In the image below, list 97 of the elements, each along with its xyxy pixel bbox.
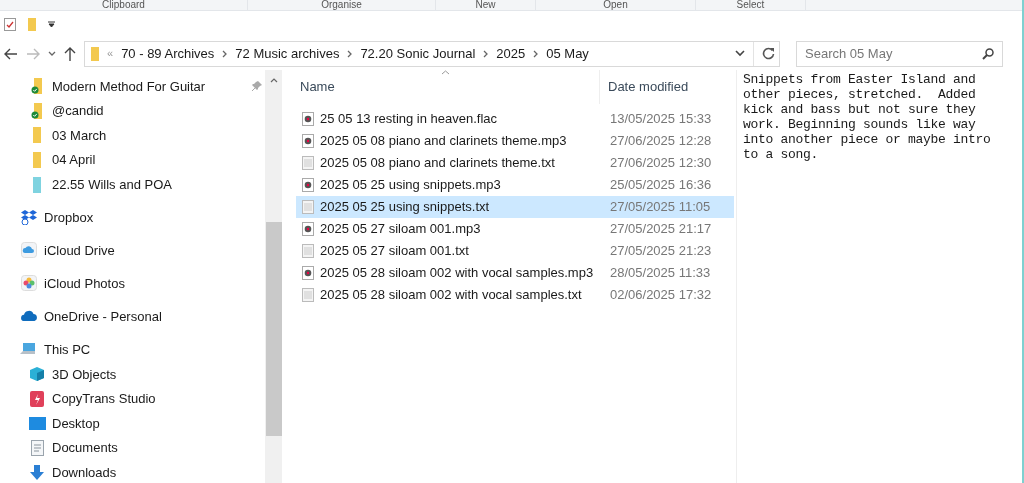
date-modified: 27/05/2025 21:23 bbox=[609, 242, 712, 261]
date-modified: 27/05/2025 11:05 bbox=[609, 198, 711, 217]
file-row[interactable]: 2025 05 25 using snippets.mp3 25/05/2025 16:36 bbox=[296, 174, 734, 196]
file-row[interactable]: 2025 05 25 using snippets.txt 27/05/2025 11:05 bbox=[296, 196, 734, 218]
breadcrumb[interactable]: 05 May bbox=[546, 43, 589, 64]
customize-dropdown-icon[interactable] bbox=[48, 20, 55, 28]
file-row[interactable]: 2025 05 28 siloam 002 with vocal samples.txt 02/06/2025 17:32 bbox=[296, 284, 734, 306]
ribbon-group-label: Organise bbox=[321, 0, 362, 10]
date-modified: 27/06/2025 12:28 bbox=[609, 132, 712, 151]
breadcrumb-chevron-icon[interactable] bbox=[222, 49, 228, 58]
recent-chevron-icon[interactable] bbox=[48, 50, 56, 57]
cube-icon bbox=[29, 366, 45, 383]
breadcrumb[interactable]: 2025 bbox=[496, 43, 526, 64]
file-name[interactable]: 2025 05 28 siloam 002 with vocal samples.mp3 bbox=[320, 263, 594, 283]
nav-item[interactable]: Desktop bbox=[52, 413, 100, 434]
folder-icon bbox=[32, 176, 42, 193]
date-modified: 27/06/2025 12:30 bbox=[609, 154, 712, 173]
file-row[interactable]: 2025 05 08 piano and clarinets theme.mp3 27/06/2025 12:28 bbox=[296, 130, 734, 152]
photos-icon bbox=[21, 275, 37, 292]
file-row[interactable]: 2025 05 27 siloam 001.mp3 27/05/2025 21:17 bbox=[296, 218, 734, 240]
breadcrumb-chevron-icon[interactable] bbox=[483, 49, 489, 58]
nav-item[interactable]: Dropbox bbox=[44, 207, 94, 228]
audio-file-icon bbox=[302, 222, 314, 236]
breadcrumb-chevron-icon[interactable] bbox=[533, 49, 539, 58]
audio-file-icon bbox=[302, 112, 314, 126]
nav-item[interactable]: @candid bbox=[52, 101, 104, 121]
ribbon-group-label: Open bbox=[603, 0, 628, 10]
date-modified: 13/05/2025 15:33 bbox=[609, 110, 712, 129]
nav-item[interactable]: CopyTrans Studio bbox=[52, 389, 156, 409]
dropdown-chevron-icon[interactable] bbox=[735, 50, 745, 57]
refresh-icon[interactable] bbox=[762, 47, 775, 60]
back-arrow-icon[interactable] bbox=[4, 47, 18, 60]
download-icon bbox=[30, 464, 44, 481]
text-file-icon bbox=[302, 200, 314, 214]
file-name[interactable]: 2025 05 25 using snippets.mp3 bbox=[320, 175, 501, 195]
nav-item[interactable]: 3D Objects bbox=[52, 364, 117, 384]
search-field[interactable]: Search 05 May bbox=[796, 40, 1003, 67]
nav-item[interactable]: Downloads bbox=[52, 462, 117, 483]
text-file-icon bbox=[302, 288, 314, 302]
date-modified: 27/05/2025 21:17 bbox=[609, 220, 712, 239]
properties-icon[interactable] bbox=[4, 17, 16, 31]
nav-item[interactable]: This PC bbox=[44, 339, 91, 360]
address-bar[interactable]: « 70 - 89 Archives 72 Music archives 72.20 Sonic Journal 2025 05 May bbox=[84, 40, 780, 67]
cloud-icon bbox=[21, 242, 37, 259]
nav-item[interactable]: 22.55 Wills and POA bbox=[52, 174, 172, 195]
audio-file-icon bbox=[302, 134, 314, 148]
file-name[interactable]: 2025 05 08 piano and clarinets theme.mp3 bbox=[320, 131, 567, 151]
column-header[interactable]: Name bbox=[296, 70, 600, 104]
folder-icon bbox=[32, 152, 42, 169]
file-name[interactable]: 2025 05 08 piano and clarinets theme.txt bbox=[320, 153, 555, 173]
file-row[interactable]: 2025 05 27 siloam 001.txt 27/05/2025 21:23 bbox=[296, 240, 734, 262]
file-name[interactable]: 2025 05 28 siloam 002 with vocal samples.txt bbox=[320, 285, 582, 305]
date-modified: 25/05/2025 16:36 bbox=[609, 176, 712, 195]
file-row[interactable]: 25 05 13 resting in heaven.flac 13/05/2025 15:33 bbox=[296, 108, 734, 130]
nav-item[interactable]: Modern Method For Guitar bbox=[52, 76, 206, 97]
file-name[interactable]: 25 05 13 resting in heaven.flac bbox=[320, 109, 498, 129]
scrollbar-thumb[interactable] bbox=[265, 222, 282, 436]
file-name[interactable]: 2025 05 25 using snippets.txt bbox=[320, 197, 490, 217]
ribbon-group-label: Clipboard bbox=[102, 0, 145, 10]
folder-icon bbox=[91, 46, 99, 61]
nav-item[interactable]: 03 March bbox=[52, 125, 107, 146]
cloud-icon bbox=[20, 310, 38, 323]
date-modified: 28/05/2025 11:33 bbox=[609, 264, 711, 283]
audio-file-icon bbox=[302, 178, 314, 192]
breadcrumb-chevron-icon[interactable] bbox=[347, 49, 353, 58]
document-icon bbox=[30, 440, 44, 457]
text-file-icon bbox=[302, 244, 314, 258]
file-row[interactable]: 2025 05 08 piano and clarinets theme.txt 27/06/2025 12:30 bbox=[296, 152, 734, 174]
ribbon-group-label: New bbox=[475, 0, 496, 10]
dropbox-icon bbox=[20, 209, 38, 226]
file-name[interactable]: 2025 05 27 siloam 001.mp3 bbox=[320, 219, 481, 239]
file-row[interactable]: 2025 05 28 siloam 002 with vocal samples.mp3 28/05/2025 11:33 bbox=[296, 262, 734, 284]
breadcrumb[interactable]: 70 - 89 Archives bbox=[121, 43, 215, 64]
breadcrumb[interactable]: 72.20 Sonic Journal bbox=[360, 43, 476, 64]
nav-item[interactable]: iCloud Photos bbox=[44, 273, 125, 294]
ribbon-group-label: Select bbox=[736, 0, 765, 10]
scroll-up-icon[interactable] bbox=[269, 78, 278, 83]
app-icon bbox=[30, 390, 44, 407]
date-modified: 02/06/2025 17:32 bbox=[609, 286, 712, 305]
search-icon[interactable] bbox=[982, 47, 994, 60]
desktop-icon bbox=[28, 416, 46, 430]
column-header[interactable]: Date modified bbox=[600, 70, 734, 104]
text-file-icon bbox=[302, 156, 314, 170]
nav-item[interactable]: 04 April bbox=[52, 150, 96, 170]
synced-folder-icon bbox=[31, 78, 43, 95]
folder-icon bbox=[32, 127, 42, 144]
nav-item[interactable]: iCloud Drive bbox=[44, 240, 115, 261]
nav-item[interactable]: Documents bbox=[52, 438, 118, 458]
audio-file-icon bbox=[302, 266, 314, 280]
preview-text: Snippets from Easter Island and other pieces, stretched. Added kick and bass but not sure they work. Beginning sounds like way into another piece or maybe intro to a song. bbox=[743, 72, 992, 162]
computer-icon bbox=[20, 342, 38, 357]
nav-item[interactable]: OneDrive - Personal bbox=[44, 306, 162, 327]
scrollbar[interactable] bbox=[265, 70, 282, 483]
file-name[interactable]: 2025 05 27 siloam 001.txt bbox=[320, 241, 469, 261]
breadcrumb[interactable]: 72 Music archives bbox=[235, 43, 340, 64]
synced-folder-icon bbox=[31, 102, 43, 119]
up-arrow-icon[interactable] bbox=[64, 46, 76, 61]
